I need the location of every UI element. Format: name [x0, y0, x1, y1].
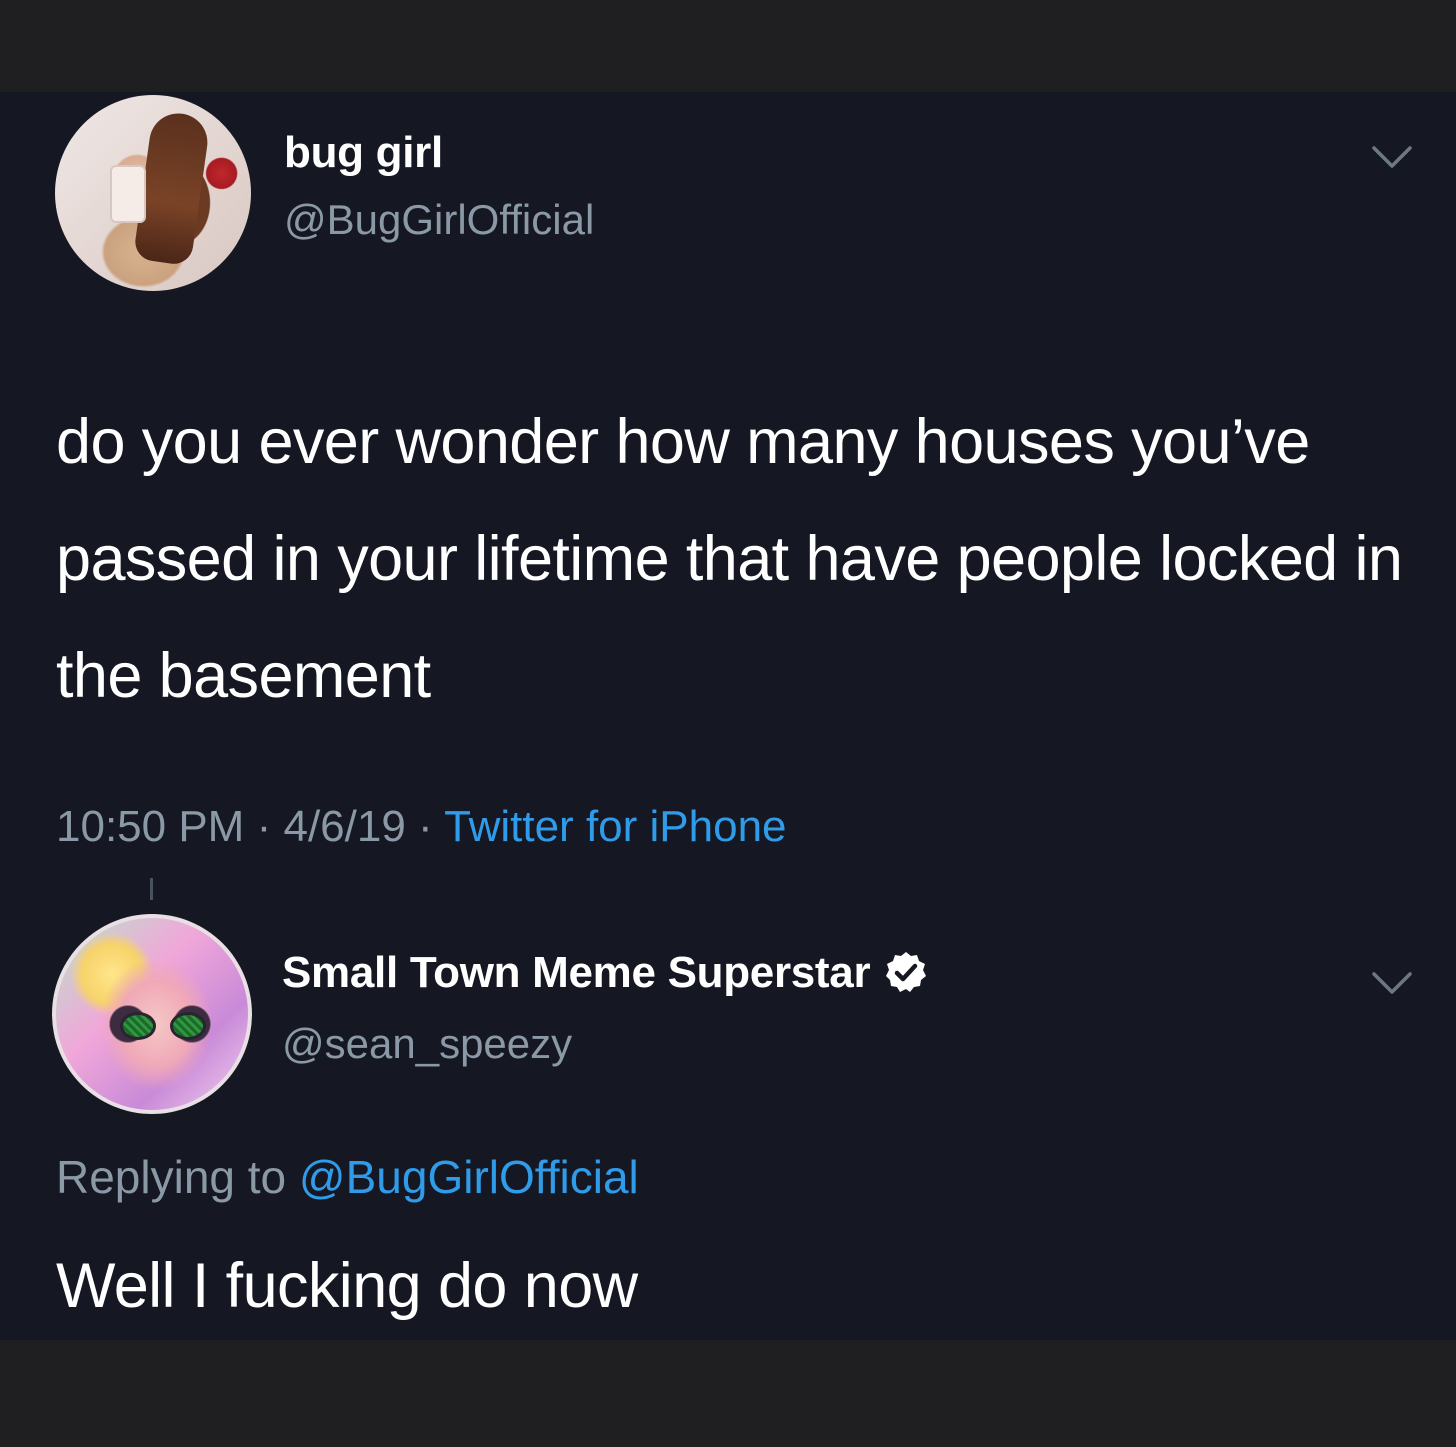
avatar-small-town-meme-superstar[interactable]	[52, 914, 252, 1114]
tweet-text: do you ever wonder how many houses you’v…	[56, 407, 1403, 711]
reply-display-name[interactable]: Small Town Meme Superstar	[282, 948, 928, 998]
meta-separator: ·	[256, 802, 272, 851]
meta-separator: ·	[418, 802, 433, 851]
bottom-frame-bar	[0, 1340, 1456, 1447]
verified-badge-icon	[886, 952, 927, 992]
reply-user-handle[interactable]: @sean_speezy	[282, 1020, 572, 1068]
user-handle[interactable]: @BugGirlOfficial	[284, 196, 594, 244]
avatar-phone	[110, 165, 146, 223]
tweet-time[interactable]: 10:50 PM	[56, 802, 244, 851]
avatar-bug-girl[interactable]	[55, 95, 251, 291]
display-name[interactable]: bug girl	[284, 128, 443, 178]
chevron-down-icon[interactable]	[1370, 968, 1414, 998]
avatar-sunglasses-lens	[170, 1012, 206, 1040]
tweet-metadata: 10:50 PM · 4/6/19 · Twitter for iPhone	[56, 802, 787, 852]
avatar-sunglasses-lens	[120, 1012, 156, 1040]
replying-to-label: Replying to	[56, 1151, 287, 1203]
reply-display-name-text: Small Town Meme Superstar	[282, 948, 871, 997]
thread-connector-line	[150, 878, 153, 900]
tweet-date[interactable]: 4/6/19	[283, 802, 405, 851]
tweet-source-link[interactable]: Twitter for iPhone	[444, 802, 786, 851]
top-frame-bar	[0, 0, 1456, 92]
replying-to-mention-link[interactable]: @BugGirlOfficial	[299, 1151, 639, 1203]
tweet-thread: bug girl @BugGirlOfficial do you ever wo…	[0, 92, 1456, 1340]
replying-to-line: Replying to @BugGirlOfficial	[56, 1150, 639, 1204]
chevron-down-icon[interactable]	[1370, 142, 1414, 172]
reply-text: Well I fucking do now	[56, 1251, 638, 1321]
